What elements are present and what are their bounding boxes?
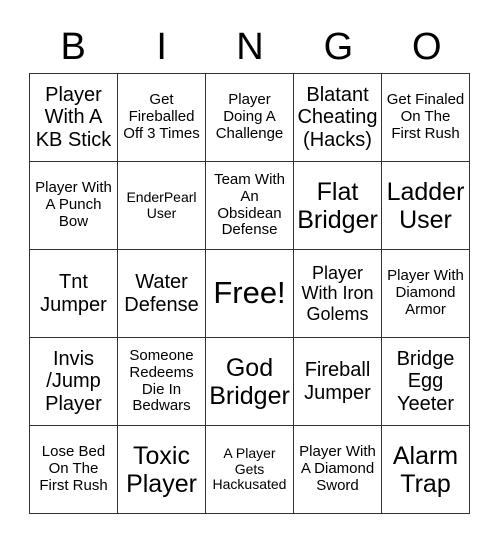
bingo-cell[interactable]: Player With Diamond Armor <box>381 249 470 338</box>
header-letter-o: O <box>412 26 442 68</box>
bingo-cell[interactable]: Fireball Jumper <box>293 337 382 426</box>
bingo-cell[interactable]: Blatant Cheating (Hacks) <box>293 73 382 162</box>
bingo-cell[interactable]: Alarm Trap <box>381 425 470 514</box>
bingo-cell[interactable]: Team With An Obsidean Defense <box>205 161 294 250</box>
bingo-cell[interactable]: Toxic Player <box>117 425 206 514</box>
bingo-cell[interactable]: A Player Gets Hackusated <box>205 425 294 514</box>
header-letter-i: I <box>156 26 167 68</box>
bingo-cell[interactable]: Tnt Jumper <box>29 249 118 338</box>
header-letter-n: N <box>236 26 264 68</box>
bingo-cell[interactable]: EnderPearl User <box>117 161 206 250</box>
free-cell[interactable]: Free! <box>205 249 294 338</box>
bingo-cell[interactable]: Player Doing A Challenge <box>205 73 294 162</box>
header-letter-b: B <box>60 26 86 68</box>
grid-row: Lose Bed On The First Rush Toxic Player … <box>29 425 470 514</box>
bingo-cell[interactable]: Player With A Punch Bow <box>29 161 118 250</box>
bingo-cell[interactable]: God Bridger <box>205 337 294 426</box>
bingo-cell[interactable]: Flat Bridger <box>293 161 382 250</box>
grid-row: Invis /Jump Player Someone Redeems Die I… <box>29 337 470 426</box>
bingo-cell[interactable]: Get Fireballed Off 3 Times <box>117 73 206 162</box>
bingo-cell[interactable]: Ladder User <box>381 161 470 250</box>
bingo-cell[interactable]: Get Finaled On The First Rush <box>381 73 470 162</box>
bingo-cell[interactable]: Player With A Diamond Sword <box>293 425 382 514</box>
grid-row: Tnt Jumper Water Defense Free! Player Wi… <box>29 249 470 338</box>
bingo-cell[interactable]: Player With Iron Golems <box>293 249 382 338</box>
bingo-cell[interactable]: Lose Bed On The First Rush <box>29 425 118 514</box>
bingo-cell[interactable]: Invis /Jump Player <box>29 337 118 426</box>
bingo-cell[interactable]: Player With A KB Stick <box>29 73 118 162</box>
grid-row: Player With A KB Stick Get Fireballed Of… <box>29 73 470 162</box>
bingo-cell[interactable]: Bridge Egg Yeeter <box>381 337 470 426</box>
bingo-cell[interactable]: Water Defense <box>117 249 206 338</box>
bingo-header: B I N G O <box>29 22 471 72</box>
bingo-cell[interactable]: Someone Redeems Die In Bedwars <box>117 337 206 426</box>
header-letter-g: G <box>323 26 354 68</box>
grid-row: Player With A Punch Bow EnderPearl User … <box>29 161 470 250</box>
bingo-grid: Player With A KB Stick Get Fireballed Of… <box>29 73 470 514</box>
